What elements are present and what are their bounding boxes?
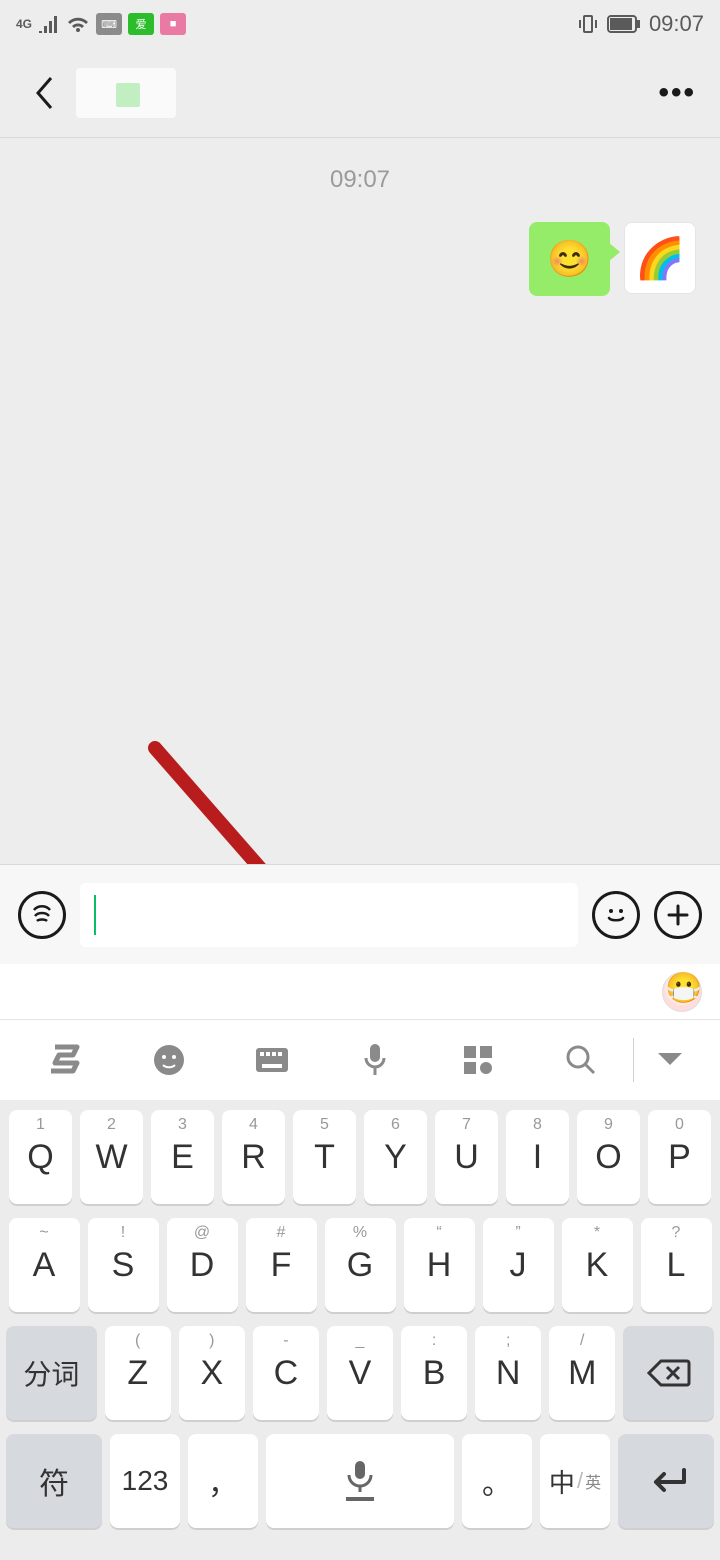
key-q[interactable]: 1Q <box>9 1110 72 1204</box>
message-row: 😊 🌈 <box>24 222 696 296</box>
key-r[interactable]: 4R <box>222 1110 285 1204</box>
key-enter[interactable] <box>618 1434 714 1528</box>
key-x[interactable]: )X <box>179 1326 245 1420</box>
voice-input-button[interactable] <box>18 891 66 939</box>
avatar-content: 🌈 <box>635 235 685 282</box>
chat-title <box>76 68 176 118</box>
ime-grid-icon[interactable] <box>427 1044 530 1076</box>
app-icon-3: ■ <box>160 13 186 35</box>
key-w[interactable]: 2W <box>80 1110 143 1204</box>
ime-mascot-icon[interactable] <box>662 972 702 1012</box>
app-icon-1: ⌨ <box>96 13 122 35</box>
key-k[interactable]: *K <box>562 1218 633 1312</box>
ime-toolbar <box>0 1020 720 1100</box>
key-m[interactable]: /M <box>549 1326 615 1420</box>
key-f[interactable]: #F <box>246 1218 317 1312</box>
key-p[interactable]: 0P <box>648 1110 711 1204</box>
network-indicator: 4G <box>16 17 32 31</box>
key-language[interactable]: 中/英 <box>540 1434 610 1528</box>
wifi-icon <box>66 14 90 34</box>
keyboard-row-4: 符123， 。中/英 <box>6 1434 714 1528</box>
message-input-bar <box>0 864 720 964</box>
signal-icon <box>38 15 60 33</box>
key-h[interactable]: “H <box>404 1218 475 1312</box>
key-e[interactable]: 3E <box>151 1110 214 1204</box>
key-u[interactable]: 7U <box>435 1110 498 1204</box>
message-timestamp: 09:07 <box>24 154 696 206</box>
key-i[interactable]: 8I <box>506 1110 569 1204</box>
key-numeric[interactable]: 123 <box>110 1434 180 1528</box>
key-c[interactable]: -C <box>253 1326 319 1420</box>
text-input-wrap[interactable] <box>80 883 578 947</box>
message-content: 😊 <box>547 238 592 279</box>
key-a[interactable]: ~A <box>9 1218 80 1312</box>
key-symbol[interactable]: 符 <box>6 1434 102 1528</box>
message-text-input[interactable] <box>80 883 578 947</box>
key-space[interactable] <box>266 1434 454 1528</box>
battery-icon <box>607 15 641 33</box>
annotation-arrow <box>145 738 335 864</box>
keyboard-row-2: ~A!S@D#F%G“H”J*K?L <box>6 1218 714 1312</box>
backspace-icon <box>647 1357 691 1389</box>
app-icon-2: 爱 <box>128 13 154 35</box>
space-mic-icon <box>340 1459 380 1503</box>
sender-avatar[interactable]: 🌈 <box>624 222 696 294</box>
keyboard-row-3: 分词(Z)X-C_V:B;N/M <box>6 1326 714 1420</box>
ime-collapse-icon[interactable] <box>634 1051 706 1069</box>
ime-mic-icon[interactable] <box>323 1042 426 1078</box>
key-v[interactable]: _V <box>327 1326 393 1420</box>
ime-emoji-icon[interactable] <box>117 1043 220 1077</box>
text-cursor <box>94 895 96 935</box>
key-g[interactable]: %G <box>325 1218 396 1312</box>
vibrate-icon <box>577 13 599 35</box>
key-s[interactable]: !S <box>88 1218 159 1312</box>
keyboard-row-1: 1Q2W3E4R5T6Y7U8I9O0P <box>6 1110 714 1204</box>
key-backspace[interactable] <box>623 1326 714 1420</box>
message-bubble[interactable]: 😊 <box>529 222 610 296</box>
key-o[interactable]: 9O <box>577 1110 640 1204</box>
enter-icon <box>644 1466 688 1496</box>
ime-search-icon[interactable] <box>530 1043 633 1077</box>
key-b[interactable]: :B <box>401 1326 467 1420</box>
back-button[interactable] <box>24 73 64 113</box>
more-button[interactable]: ••• <box>658 76 696 110</box>
key-z[interactable]: (Z <box>105 1326 171 1420</box>
status-left: 4G ⌨ 爱 ■ <box>16 13 186 35</box>
key-comma[interactable]: ， <box>188 1434 258 1528</box>
status-time: 09:07 <box>649 11 704 37</box>
chat-area[interactable]: 09:07 😊 🌈 <box>0 138 720 864</box>
ime-keyboard-icon[interactable] <box>220 1046 323 1074</box>
status-right: 09:07 <box>577 11 704 37</box>
status-bar: 4G ⌨ 爱 ■ 09:07 <box>0 0 720 48</box>
key-j[interactable]: ”J <box>483 1218 554 1312</box>
key-d[interactable]: @D <box>167 1218 238 1312</box>
key-n[interactable]: ;N <box>475 1326 541 1420</box>
ime-logo-icon[interactable] <box>14 1039 117 1081</box>
emoji-button[interactable] <box>592 891 640 939</box>
key-l[interactable]: ?L <box>641 1218 712 1312</box>
chat-header: ••• <box>0 48 720 138</box>
ime-candidate-bar[interactable] <box>0 964 720 1020</box>
attach-button[interactable] <box>654 891 702 939</box>
key-t[interactable]: 5T <box>293 1110 356 1204</box>
key-y[interactable]: 6Y <box>364 1110 427 1204</box>
key-period[interactable]: 。 <box>462 1434 532 1528</box>
keyboard: 1Q2W3E4R5T6Y7U8I9O0P ~A!S@D#F%G“H”J*K?L … <box>0 1100 720 1560</box>
key-split[interactable]: 分词 <box>6 1326 97 1420</box>
